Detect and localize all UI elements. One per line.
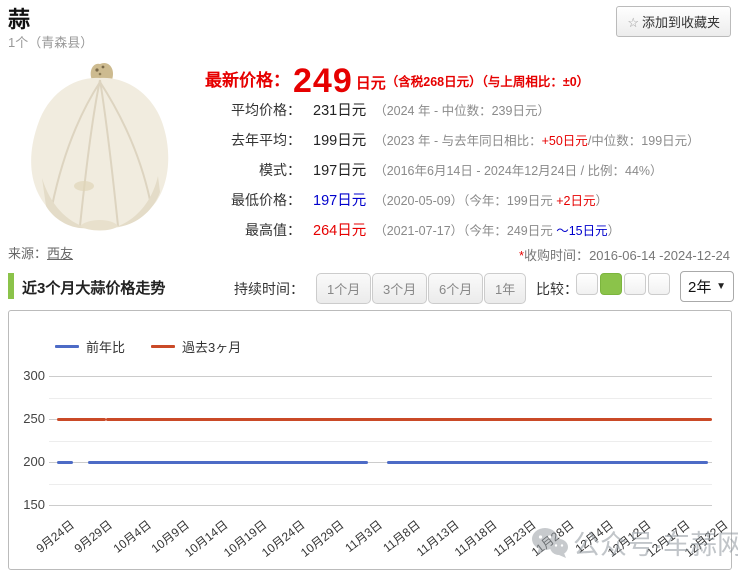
y-gridline-minor bbox=[49, 483, 712, 485]
price-trend-chart: 300 250 200 150 9月24日 9月29日 10月4日 10月9日 10月14日 10… bbox=[8, 310, 738, 570]
series-line-segment bbox=[57, 418, 107, 422]
row-value: 197日元 bbox=[313, 193, 367, 209]
y-axis-label: 250 bbox=[23, 411, 45, 426]
row-note: （2021-07-17）（今年：249日元 bbox=[374, 224, 557, 238]
source-label: 来源： bbox=[8, 246, 48, 261]
x-axis-label: 11月28日 bbox=[529, 517, 577, 560]
latest-price-unit: 日元 bbox=[355, 75, 386, 92]
lowest-price-row: 最低价格： 197日元 （2020-05-09）（今年：199日元 +2日元） bbox=[205, 189, 700, 219]
latest-price-week-note: （与上周相比：±0） bbox=[481, 75, 590, 89]
legend-label: 過去3ヶ月 bbox=[182, 340, 242, 355]
x-axis-label: 11月18日 bbox=[452, 517, 501, 560]
row-label: 最高值： bbox=[245, 222, 301, 238]
compare-checkbox-1[interactable] bbox=[576, 273, 598, 295]
series-line-segment bbox=[387, 461, 709, 465]
row-label: 平均价格： bbox=[231, 102, 301, 118]
section-accent-bar bbox=[8, 273, 14, 299]
duration-button-6month[interactable]: 6个月 bbox=[428, 273, 484, 304]
range-select-value: 2年 bbox=[688, 279, 712, 296]
last-year-average-row: 去年平均： 199日元 （2023 年 - 与去年同日相比：+50日元/中位数：1… bbox=[205, 129, 700, 159]
series-line-segment bbox=[106, 417, 712, 421]
legend-swatch-orange bbox=[151, 345, 176, 348]
range-select[interactable]: 2年 ▼ bbox=[680, 271, 734, 302]
row-note: ） bbox=[595, 194, 609, 208]
row-note: ） bbox=[607, 224, 621, 238]
latest-price-label: 最新价格： bbox=[205, 71, 290, 90]
x-axis-label: 11月23日 bbox=[490, 517, 539, 560]
row-label: 最低价格： bbox=[231, 192, 301, 208]
garlic-product-image bbox=[31, 62, 169, 231]
favorites-label: 添加到收藏夹 bbox=[641, 15, 720, 30]
compare-checkbox-4[interactable] bbox=[648, 273, 670, 295]
row-label: 去年平均： bbox=[231, 132, 301, 148]
legend-swatch-blue bbox=[55, 345, 79, 348]
x-axis-label: 9月29日 bbox=[72, 517, 116, 556]
price-statistics-table: 平均价格： 231日元 （2024 年 - 中位数：239日元） 去年平均： 19… bbox=[205, 99, 700, 249]
row-note: （2016年6月14日 - 2024年12月24日 / 比例：44%） bbox=[374, 164, 663, 178]
y-axis-label: 200 bbox=[23, 454, 45, 469]
y-axis-label: 150 bbox=[23, 497, 45, 512]
series-line-segment bbox=[87, 461, 369, 465]
y-gridline bbox=[49, 505, 712, 506]
purchase-period-row: *收购时间：2016-06-14 -2024-12-24 bbox=[519, 245, 730, 264]
row-value: 197日元 bbox=[313, 163, 367, 179]
x-axis-label: 9月24日 bbox=[33, 517, 77, 556]
average-price-row: 平均价格： 231日元 （2024 年 - 中位数：239日元） bbox=[205, 99, 700, 129]
x-axis-label: 10月4日 bbox=[110, 517, 154, 556]
y-gridline-minor bbox=[49, 440, 712, 442]
latest-price-tax-note: （含税268日元） bbox=[385, 75, 482, 89]
legend-item-past-3months: 過去3ヶ月 bbox=[151, 337, 241, 356]
add-to-favorites-button[interactable]: ☆ 添加到收藏夹 bbox=[616, 6, 731, 37]
latest-price-row: 最新价格：249 日元（含税268日元）（与上周相比：±0） bbox=[205, 62, 589, 101]
page: 蒜 1个（青森县） ☆ 添加到收藏夹 最新价格：249 日元（含税268日元）（与上… bbox=[0, 0, 738, 576]
row-value: 264日元 bbox=[313, 223, 367, 239]
duration-label: 持续时间： bbox=[234, 281, 304, 297]
purchase-period-label: 收购时间： bbox=[524, 248, 590, 263]
page-title: 蒜 bbox=[8, 7, 31, 32]
purchase-period-value: 2016-06-14 -2024-12-24 bbox=[589, 248, 730, 263]
legend-item-prev-year: 前年比 bbox=[55, 337, 125, 356]
y-gridline bbox=[49, 376, 712, 377]
row-highlight: +2日元 bbox=[556, 194, 596, 208]
duration-button-1month[interactable]: 1个月 bbox=[316, 273, 372, 304]
legend-label: 前年比 bbox=[86, 340, 126, 355]
section-title: 近3个月大蒜价格走势 bbox=[22, 280, 166, 297]
duration-button-3month[interactable]: 3个月 bbox=[372, 273, 428, 304]
row-label: 模式： bbox=[259, 162, 301, 178]
compare-checkbox-2[interactable] bbox=[600, 273, 622, 295]
x-axis-label: 11月3日 bbox=[342, 517, 385, 556]
row-highlight: ～15日元 bbox=[556, 224, 608, 238]
x-axis-label: 10月14日 bbox=[182, 517, 231, 560]
source-row: 来源：西友 bbox=[8, 243, 73, 262]
row-value: 199日元 bbox=[313, 133, 367, 149]
row-note: （2023 年 - 与去年同日相比： bbox=[374, 134, 542, 148]
compare-checkbox-3[interactable] bbox=[624, 273, 646, 295]
y-gridline-minor bbox=[49, 397, 712, 399]
row-note: （2020-05-09）（今年：199日元 bbox=[374, 194, 557, 208]
star-icon: ☆ bbox=[627, 15, 639, 30]
chart-legend: 前年比 過去3ヶ月 bbox=[55, 337, 241, 356]
row-note: （2024 年 - 中位数：239日元） bbox=[374, 104, 550, 118]
row-value: 231日元 bbox=[313, 103, 367, 119]
x-axis-label: 11月13日 bbox=[413, 517, 462, 560]
compare-label: 比较： bbox=[536, 281, 578, 297]
y-axis-label: 300 bbox=[23, 368, 45, 383]
source-link[interactable]: 西友 bbox=[47, 246, 73, 261]
row-note: /中位数：199日元） bbox=[587, 134, 700, 148]
mode-price-row: 模式： 197日元 （2016年6月14日 - 2024年12月24日 / 比例：… bbox=[205, 159, 700, 189]
series-line-segment bbox=[57, 461, 73, 465]
duration-button-1year[interactable]: 1年 bbox=[484, 273, 527, 304]
latest-price-value: 249 bbox=[293, 62, 353, 100]
product-subtitle: 1个（青森县） bbox=[8, 35, 94, 50]
x-axis-label: 10月29日 bbox=[297, 517, 347, 560]
row-highlight: +50日元 bbox=[541, 134, 588, 148]
chevron-down-icon: ▼ bbox=[716, 281, 726, 292]
